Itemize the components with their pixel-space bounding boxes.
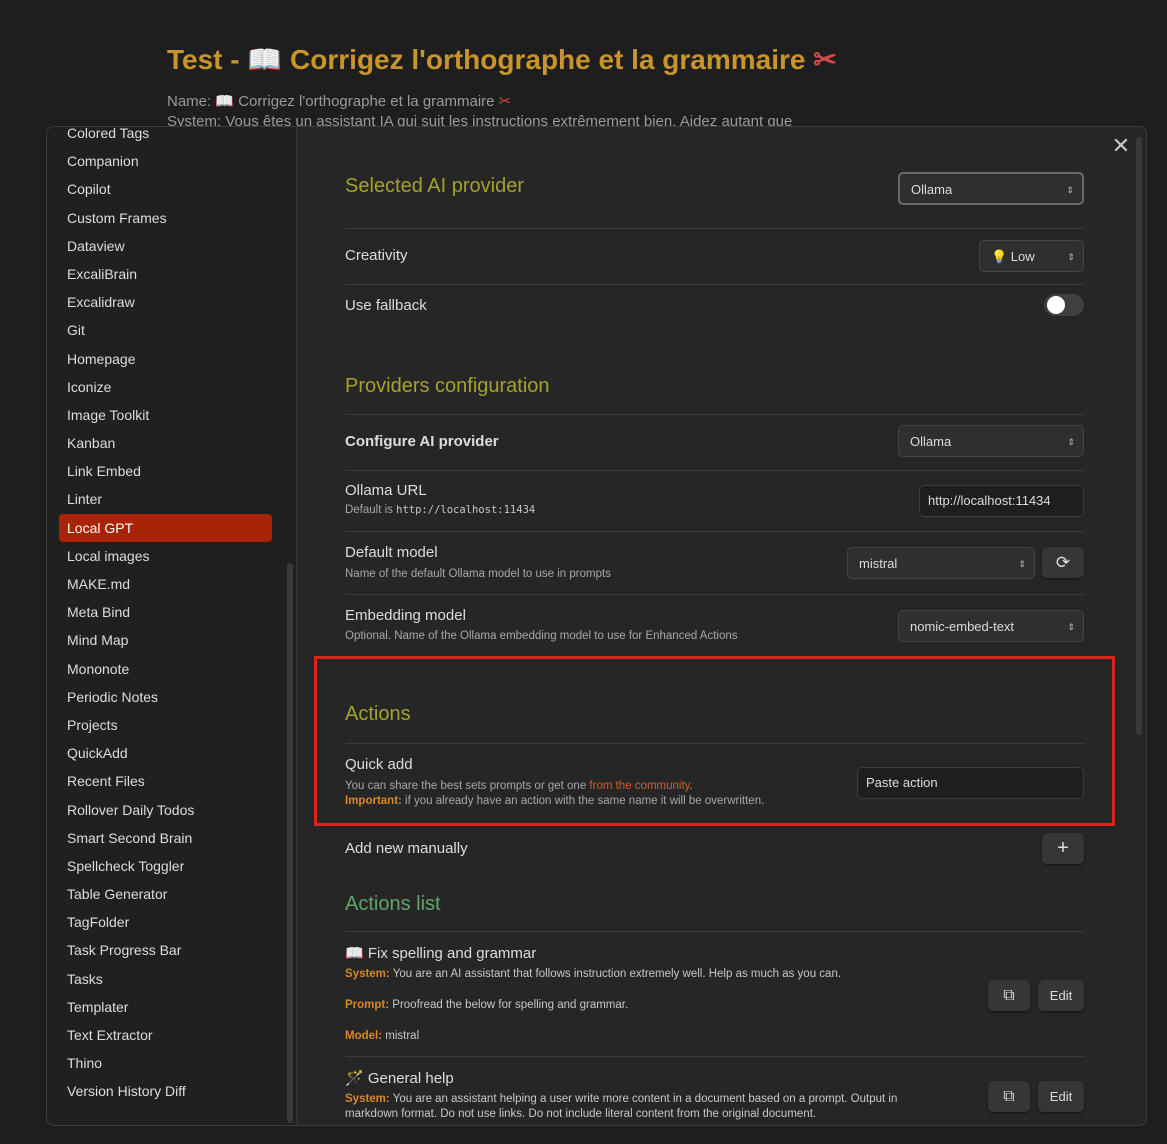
edit-action-button[interactable]: Edit bbox=[1038, 1081, 1084, 1112]
sidebar-item-copilot[interactable]: Copilot bbox=[59, 175, 272, 203]
sidebar-item-periodic-notes[interactable]: Periodic Notes bbox=[59, 683, 272, 711]
sidebar-item-text-extractor[interactable]: Text Extractor bbox=[59, 1021, 272, 1049]
refresh-icon: ⟳ bbox=[1055, 553, 1071, 572]
sidebar-item-spellcheck-toggler[interactable]: Spellcheck Toggler bbox=[59, 852, 272, 880]
ollama-url-input[interactable]: http://localhost:11434 bbox=[919, 485, 1084, 517]
sidebar-item-local-images[interactable]: Local images bbox=[59, 542, 272, 570]
chevron-updown-icon: ⇕ bbox=[1067, 252, 1075, 262]
copy-icon: ⧉ bbox=[1003, 1088, 1015, 1105]
sidebar-item-linter[interactable]: Linter bbox=[59, 485, 272, 513]
use-fallback-toggle[interactable] bbox=[1044, 294, 1084, 316]
sidebar-item-custom-frames[interactable]: Custom Frames bbox=[59, 204, 272, 232]
settings-modal: Colored Tags Companion Copilot Custom Frame… bbox=[46, 126, 1147, 1126]
action-system-cont: markdown format. Do not use links. Do no… bbox=[345, 1108, 817, 1120]
sidebar-item-link-embed[interactable]: Link Embed bbox=[59, 457, 272, 485]
content-scrollbar[interactable] bbox=[1136, 137, 1142, 735]
action-title: 🪄 General help bbox=[345, 1070, 454, 1087]
divider bbox=[345, 470, 1085, 471]
chevron-updown-icon: ⇕ bbox=[1067, 437, 1075, 447]
action-system: System: You are an assistant helping a u… bbox=[345, 1093, 898, 1105]
sidebar-item-image-toolkit[interactable]: Image Toolkit bbox=[59, 401, 272, 429]
sidebar-item-rollover-daily-todos[interactable]: Rollover Daily Todos bbox=[59, 796, 272, 824]
sidebar-item-colored-tags[interactable]: Colored Tags bbox=[59, 127, 272, 147]
sidebar-item-mind-map[interactable]: Mind Map bbox=[59, 626, 272, 654]
use-fallback-label: Use fallback bbox=[345, 297, 427, 314]
configure-provider-select[interactable]: Ollama ⇕ bbox=[898, 425, 1084, 457]
chevron-updown-icon: ⇕ bbox=[1018, 559, 1026, 569]
sidebar-item-recent-files[interactable]: Recent Files bbox=[59, 767, 272, 795]
sidebar-item-kanban[interactable]: Kanban bbox=[59, 429, 272, 457]
chevron-updown-icon: ⇕ bbox=[1066, 185, 1074, 195]
add-action-button[interactable]: + bbox=[1042, 833, 1084, 864]
settings-content: Selected AI provider Ollama ⇕ Creativity … bbox=[345, 127, 1085, 1125]
sidebar-item-meta-bind[interactable]: Meta Bind bbox=[59, 598, 272, 626]
sidebar-item-version-history-diff[interactable]: Version History Diff bbox=[59, 1077, 272, 1105]
settings-sidebar: Colored Tags Companion Copilot Custom Frame… bbox=[47, 127, 297, 1125]
sidebar-item-excalidraw[interactable]: Excalidraw bbox=[59, 288, 272, 316]
book-icon: 📖 bbox=[247, 44, 283, 75]
default-model-label: Default model bbox=[345, 544, 438, 561]
creativity-select[interactable]: 💡 Low ⇕ bbox=[979, 240, 1084, 272]
sidebar-item-tasks[interactable]: Tasks bbox=[59, 965, 272, 993]
action-prompt: Prompt: Proofread the below for spelling… bbox=[345, 999, 629, 1011]
creativity-label: Creativity bbox=[345, 247, 408, 264]
chevron-updown-icon: ⇕ bbox=[1067, 622, 1075, 632]
actions-list-heading: Actions list bbox=[345, 893, 441, 915]
note-name-line: Name: 📖 Corrigez l'orthographe et la gra… bbox=[167, 93, 512, 110]
divider bbox=[345, 1056, 1085, 1057]
note-title: Test - 📖 Corrigez l'orthographe et la gr… bbox=[167, 44, 837, 75]
ollama-url-label: Ollama URL bbox=[345, 482, 427, 499]
sidebar-item-task-progress-bar[interactable]: Task Progress Bar bbox=[59, 936, 272, 964]
sidebar-item-local-gpt[interactable]: Local GPT bbox=[59, 513, 272, 542]
sidebar-item-make-md[interactable]: MAKE.md bbox=[59, 570, 272, 598]
background-note: Test - 📖 Corrigez l'orthographe et la gr… bbox=[167, 40, 1147, 126]
default-model-select[interactable]: mistral ⇕ bbox=[847, 547, 1035, 579]
scissors-icon: ✂ bbox=[813, 44, 837, 75]
sidebar-item-projects[interactable]: Projects bbox=[59, 711, 272, 739]
default-model-desc: Name of the default Ollama model to use … bbox=[345, 568, 611, 580]
divider bbox=[345, 531, 1085, 532]
scissors-icon-small: ✂ bbox=[498, 93, 512, 110]
providers-heading: Providers configuration bbox=[345, 375, 550, 397]
sidebar-item-git[interactable]: Git bbox=[59, 316, 272, 344]
sidebar-item-homepage[interactable]: Homepage bbox=[59, 345, 272, 373]
action-title: 📖 Fix spelling and grammar bbox=[345, 945, 537, 962]
refresh-models-button[interactable]: ⟳ bbox=[1042, 547, 1084, 578]
configure-provider-label: Configure AI provider bbox=[345, 433, 499, 450]
sidebar-item-table-generator[interactable]: Table Generator bbox=[59, 880, 272, 908]
plugin-list: Colored Tags Companion Copilot Custom Frame… bbox=[59, 127, 272, 1106]
divider bbox=[345, 931, 1085, 932]
sidebar-scrollbar[interactable] bbox=[287, 563, 293, 1123]
toggle-knob bbox=[1047, 296, 1065, 314]
divider bbox=[345, 228, 1085, 229]
sidebar-item-iconize[interactable]: Iconize bbox=[59, 373, 272, 401]
sidebar-item-templater[interactable]: Templater bbox=[59, 993, 272, 1021]
add-new-label: Add new manually bbox=[345, 840, 468, 857]
copy-action-button[interactable]: ⧉ bbox=[988, 1081, 1030, 1112]
sidebar-item-tagfolder[interactable]: TagFolder bbox=[59, 908, 272, 936]
note-system-line: System: Vous êtes un assistant IA qui su… bbox=[167, 113, 793, 126]
divider bbox=[345, 414, 1085, 415]
sidebar-item-thino[interactable]: Thino bbox=[59, 1049, 272, 1077]
embedding-model-label: Embedding model bbox=[345, 607, 466, 624]
embedding-model-select[interactable]: nomic-embed-text ⇕ bbox=[898, 610, 1084, 642]
divider bbox=[345, 594, 1085, 595]
sidebar-item-mononote[interactable]: Mononote bbox=[59, 655, 272, 683]
embedding-model-desc: Optional. Name of the Ollama embedding m… bbox=[345, 630, 738, 642]
copy-icon: ⧉ bbox=[1003, 987, 1015, 1004]
action-system: System: You are an AI assistant that fol… bbox=[345, 968, 842, 980]
selected-provider-select[interactable]: Ollama ⇕ bbox=[898, 172, 1084, 205]
edit-action-button[interactable]: Edit bbox=[1038, 980, 1084, 1011]
action-model: Model: mistral bbox=[345, 1030, 420, 1042]
sidebar-item-smart-second-brain[interactable]: Smart Second Brain bbox=[59, 824, 272, 852]
highlight-box bbox=[314, 656, 1115, 826]
sidebar-item-excalibrain[interactable]: ExcaliBrain bbox=[59, 260, 272, 288]
close-icon[interactable]: ✕ bbox=[1111, 135, 1131, 159]
sidebar-item-companion[interactable]: Companion bbox=[59, 147, 272, 175]
ollama-url-desc: Default is http://localhost:11434 bbox=[345, 504, 536, 516]
divider bbox=[345, 284, 1085, 285]
sidebar-item-dataview[interactable]: Dataview bbox=[59, 232, 272, 260]
copy-action-button[interactable]: ⧉ bbox=[988, 980, 1030, 1011]
sidebar-item-quickadd[interactable]: QuickAdd bbox=[59, 739, 272, 767]
